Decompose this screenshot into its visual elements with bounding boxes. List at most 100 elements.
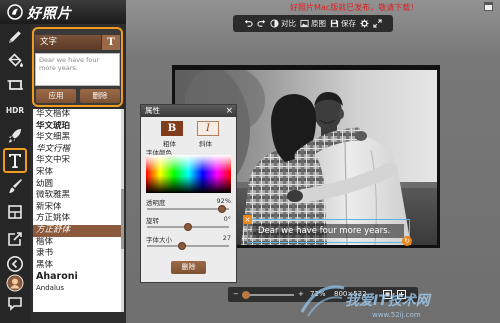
brand-bar: 好照片	[0, 0, 126, 24]
opacity-slider[interactable]	[147, 205, 229, 213]
save-button[interactable]: 保存	[330, 18, 356, 29]
font-list-item[interactable]: 华文中宋	[33, 155, 124, 167]
font-list-item[interactable]: 微软雅黑	[33, 190, 124, 202]
rotation-slider[interactable]	[147, 223, 229, 231]
paint-bucket-tool[interactable]	[6, 51, 24, 69]
delete-text-button[interactable]: 删除	[80, 89, 120, 103]
color-picker[interactable]	[146, 155, 231, 193]
canvas-toolbar: 对比 原图 保存	[233, 15, 393, 32]
font-size-value: 27	[222, 234, 231, 242]
original-label: 原图	[311, 19, 326, 28]
opacity-value: 92%	[216, 197, 231, 205]
pencil-icon	[9, 31, 21, 43]
opacity-slider-knob[interactable]	[218, 205, 227, 213]
font-list-item[interactable]: 宋体	[33, 167, 124, 179]
original-icon	[300, 19, 309, 28]
redo-icon	[257, 19, 266, 27]
zoom-bar: − + 72% 800×532	[228, 287, 418, 302]
save-icon	[330, 19, 339, 28]
font-size-label: 字体大小	[146, 236, 172, 244]
frame-tool[interactable]	[6, 203, 24, 221]
watermark-url: www.52ij.com	[372, 311, 421, 319]
expand-icon	[373, 19, 382, 28]
undo-button[interactable]	[244, 19, 253, 28]
app-logo-icon	[7, 4, 23, 20]
account-button[interactable]	[6, 274, 24, 292]
redo-button[interactable]	[257, 19, 266, 28]
back-icon	[7, 256, 23, 272]
chat-icon	[8, 297, 22, 311]
brush-icon	[9, 179, 22, 193]
brush-tool[interactable]	[6, 177, 24, 195]
font-list-item[interactable]: 华文细黑	[33, 132, 124, 144]
hdr-tool[interactable]: HDR	[3, 106, 27, 115]
export-icon	[8, 232, 22, 246]
properties-delete-button[interactable]: 删除	[171, 261, 206, 274]
italic-caption: 斜体	[199, 140, 212, 148]
remove-text-icon[interactable]: ×	[243, 215, 252, 224]
window-icon[interactable]	[484, 2, 493, 11]
feedback-button[interactable]	[6, 294, 24, 312]
contrast-button[interactable]: 对比	[270, 18, 296, 29]
font-list-item[interactable]: 华文楷体	[33, 109, 124, 121]
app-name: 好照片	[27, 6, 72, 22]
crop-tool[interactable]	[6, 76, 24, 94]
font-list-item[interactable]: 方正姚体	[33, 213, 124, 225]
properties-close-button[interactable]: ×	[225, 105, 233, 117]
rotation-value: 0°	[223, 215, 231, 223]
zoom-out-button[interactable]: −	[233, 287, 239, 302]
font-list-item[interactable]: 方正舒体	[33, 224, 124, 237]
font-list-scrollbar[interactable]	[121, 109, 124, 312]
font-size-slider[interactable]	[147, 242, 229, 250]
font-list-item[interactable]: 隶书	[33, 248, 124, 260]
font-list[interactable]: 华文楷体 华文琥珀 华文细黑 华文行楷 华文中宋 宋体 幼圆 微软雅黑 新宋体 方正姚体 方正舒体楷…	[33, 109, 124, 312]
zoom-slider[interactable]	[242, 290, 294, 299]
frame-icon	[8, 205, 22, 219]
actual-size-icon[interactable]	[397, 290, 406, 299]
gear-icon	[360, 19, 369, 28]
text-style-button[interactable]: T	[102, 35, 120, 50]
overlay-text[interactable]: Dear we have four more years.	[252, 224, 404, 238]
export-tool[interactable]	[6, 230, 24, 248]
font-list-item[interactable]: 华文琥珀	[33, 121, 124, 133]
font-list-item[interactable]: Aharoni	[33, 271, 124, 283]
save-label: 保存	[341, 19, 356, 28]
paint-bucket-icon	[8, 53, 23, 67]
pencil-tool[interactable]	[6, 28, 24, 46]
rotation-slider-knob[interactable]	[184, 223, 192, 231]
avatar-icon	[6, 274, 24, 292]
download-notice-link[interactable]: 好照片Mac版就已发布，敬请下载！	[290, 2, 480, 13]
contrast-label: 对比	[281, 19, 296, 28]
font-list-items: 华文楷体 华文琥珀 华文细黑 华文行楷 华文中宋 宋体 幼圆 微软雅黑 新宋体 方正姚体 方正舒体楷…	[33, 109, 124, 295]
font-list-item[interactable]: Andalus	[33, 283, 124, 295]
font-size-slider-knob[interactable]	[178, 242, 187, 250]
font-list-item[interactable]: 黑体	[33, 260, 124, 272]
text-panel-title: 文字	[35, 35, 101, 50]
rotation-label: 旋转	[146, 217, 159, 225]
font-list-item[interactable]: 新宋体	[33, 202, 124, 214]
font-list-item[interactable]: 幼圆	[33, 179, 124, 191]
text-tool-icon	[9, 154, 21, 168]
font-list-scroll-thumb[interactable]	[121, 189, 124, 249]
zoom-slider-knob[interactable]	[242, 290, 251, 299]
back-button[interactable]	[6, 255, 24, 273]
rocket-tool[interactable]	[6, 126, 24, 144]
text-tool[interactable]	[3, 148, 27, 173]
undo-icon	[244, 19, 253, 27]
bold-button[interactable]: B	[161, 121, 183, 136]
fit-screen-icon[interactable]	[383, 290, 392, 299]
rocket-icon	[8, 129, 21, 143]
crop-icon	[7, 80, 23, 90]
font-list-item[interactable]: 楷体	[33, 237, 124, 249]
italic-button[interactable]: I	[197, 121, 219, 136]
zoom-in-button[interactable]: +	[298, 287, 304, 302]
settings-button[interactable]	[360, 19, 369, 28]
text-content-input[interactable]	[35, 53, 120, 86]
rotate-handle-icon[interactable]: ↻	[402, 236, 412, 246]
image-dimensions: 800×532	[334, 290, 367, 298]
fullscreen-button[interactable]	[373, 19, 382, 28]
app-window: 好照片 好照片Mac版就已发布，敬请下载！ HDR 文字 T Dear we h…	[0, 0, 500, 323]
original-button[interactable]: 原图	[300, 18, 326, 29]
apply-button[interactable]: 应用	[36, 89, 76, 103]
font-list-item[interactable]: 华文行楷	[33, 144, 124, 156]
